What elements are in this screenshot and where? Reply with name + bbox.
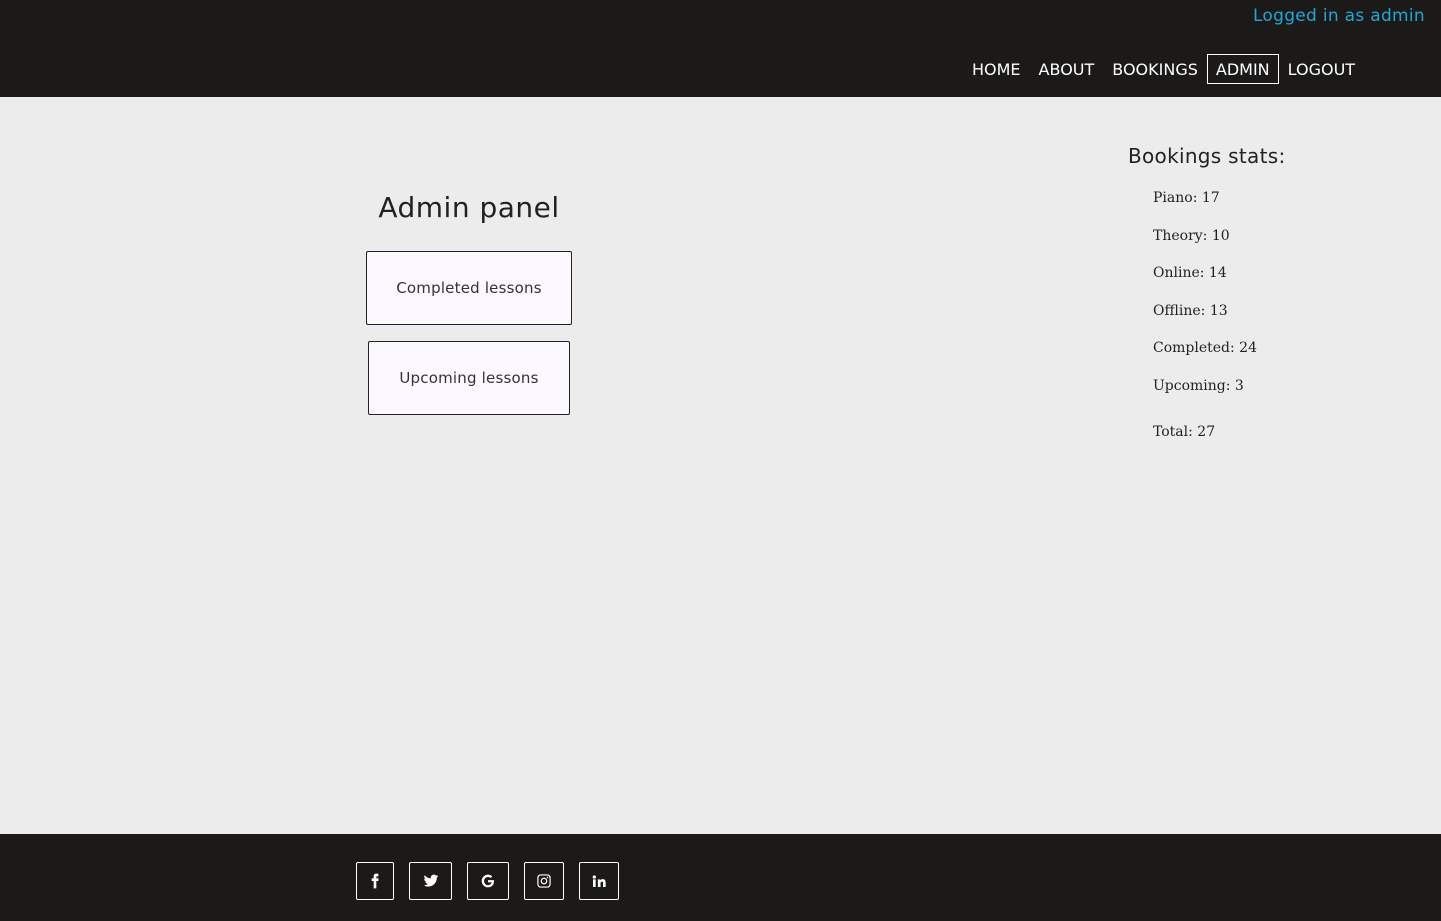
- stats-title: Bookings stats:: [1128, 144, 1286, 168]
- login-status: Logged in as admin: [1252, 6, 1425, 26]
- nav-logout[interactable]: LOGOUT: [1279, 54, 1364, 84]
- bookings-stats: Bookings stats: Piano: 17 Theory: 10 Onl…: [1128, 144, 1428, 459]
- twitter-icon: [423, 874, 438, 887]
- google-icon: [481, 874, 494, 888]
- stat-piano: Piano: 17: [1153, 190, 1220, 206]
- google-link[interactable]: [467, 862, 509, 900]
- linkedin-icon: [592, 875, 606, 887]
- nav-bookings[interactable]: BOOKINGS: [1103, 54, 1207, 84]
- stat-upcoming: Upcoming: 3: [1153, 377, 1244, 394]
- stat-theory: Theory: 10: [1153, 227, 1230, 244]
- instagram-link[interactable]: [524, 862, 564, 900]
- linkedin-link[interactable]: [579, 862, 619, 900]
- main-nav: HOME ABOUT BOOKINGS ADMIN LOGOUT: [963, 54, 1364, 84]
- nav-about[interactable]: ABOUT: [1030, 54, 1104, 84]
- nav-home[interactable]: HOME: [963, 54, 1030, 84]
- instagram-icon: [537, 874, 551, 888]
- nav-admin[interactable]: ADMIN: [1206, 54, 1279, 84]
- upcoming-lessons-button[interactable]: Upcoming lessons: [368, 341, 570, 415]
- site-header: Logged in as admin HOME ABOUT BOOKINGS A…: [0, 0, 1441, 97]
- facebook-icon: [371, 873, 379, 889]
- site-footer: [0, 834, 1441, 921]
- stat-offline: Offline: 13: [1153, 302, 1228, 319]
- stat-completed: Completed: 24: [1153, 340, 1257, 357]
- completed-lessons-button[interactable]: Completed lessons: [366, 251, 572, 325]
- facebook-link[interactable]: [356, 862, 394, 900]
- twitter-link[interactable]: [409, 862, 452, 900]
- stat-total: Total: 27: [1153, 423, 1216, 440]
- stat-online: Online: 14: [1153, 265, 1227, 282]
- stats-list: Piano: 17 Theory: 10 Online: 14 Offline:…: [1128, 188, 1428, 459]
- page-title: Admin panel: [378, 191, 560, 224]
- social-links: [356, 862, 634, 900]
- main-content: Admin panel Completed lessons Upcoming l…: [0, 97, 1441, 834]
